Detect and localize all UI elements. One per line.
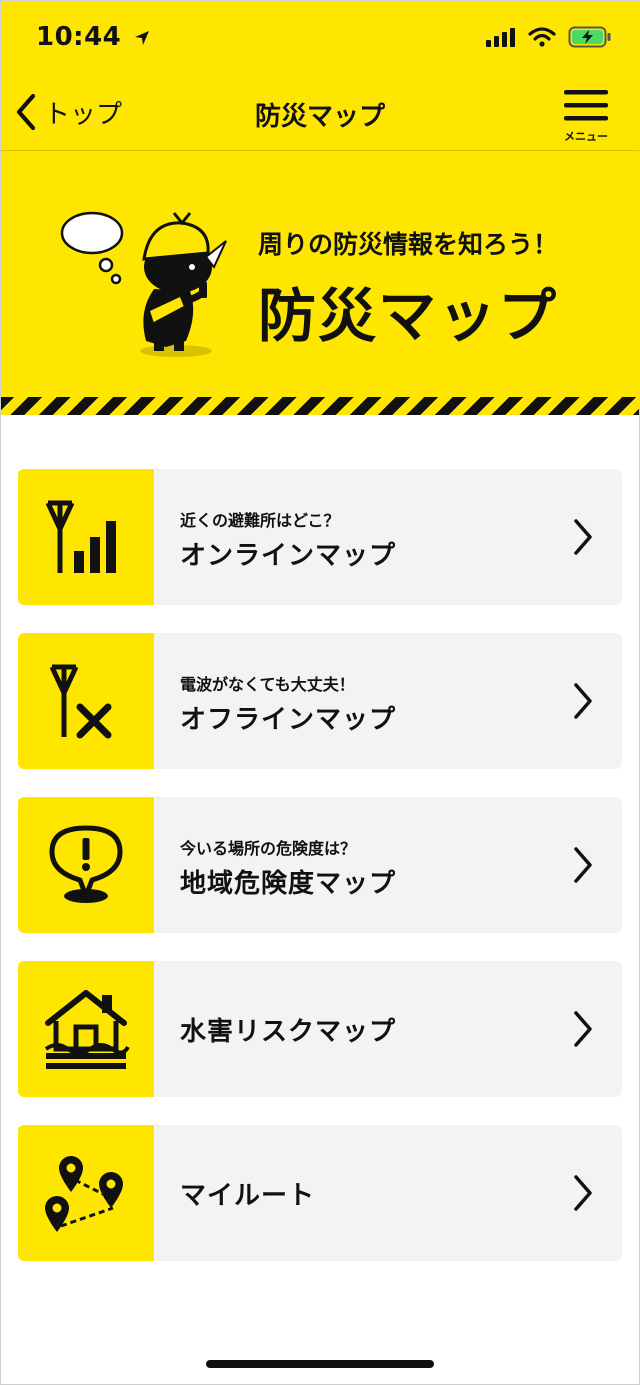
wifi-icon [528, 27, 556, 47]
battery-charging-icon [568, 26, 611, 48]
chevron-right-icon [574, 1011, 592, 1047]
chevron-right-icon [574, 847, 592, 883]
flood-risk-map-card[interactable]: 水害リスクマップ [18, 961, 622, 1097]
home-indicator[interactable] [206, 1360, 434, 1368]
card-subtitle: 近くの避難所はどこ？ [180, 511, 340, 530]
card-icon-box [18, 1125, 154, 1261]
chevron-right-icon [574, 1175, 592, 1211]
card-title: 水害リスクマップ [180, 1017, 397, 1047]
status-icons [486, 26, 612, 48]
hamburger-menu-icon [564, 90, 608, 121]
hero-title: 防災マップ [258, 282, 559, 350]
cellular-signal-icon [486, 28, 515, 47]
status-time-text: 10:44 [36, 22, 122, 52]
status-bar: 10:44 [0, 0, 640, 78]
my-route-card[interactable]: マイルート [18, 1125, 622, 1261]
menu-button[interactable]: メニュー [560, 88, 612, 144]
location-arrow-icon [134, 31, 149, 45]
no-signal-icon [49, 664, 112, 739]
card-title: 地域危険度マップ [180, 869, 397, 899]
card-title: マイルート [180, 1181, 316, 1211]
hero-subtitle: 周りの防災情報を知ろう！ [258, 230, 559, 259]
hazard-stripe [0, 397, 640, 415]
regional-risk-map-card[interactable]: 今いる場所の危険度は？ 地域危険度マップ [18, 797, 622, 933]
flooded-house-icon [44, 990, 130, 1069]
card-title: オンラインマップ [180, 541, 397, 571]
chevron-right-icon [574, 519, 592, 555]
hero-banner: 周りの防災情報を知ろう！ 防災マップ [0, 151, 640, 400]
card-title: オフラインマップ [180, 705, 397, 735]
online-map-card[interactable]: 近くの避難所はどこ？ オンラインマップ [18, 469, 622, 605]
route-pins-icon [45, 1156, 123, 1232]
signal-bars-icon [45, 500, 116, 573]
chevron-right-icon [574, 683, 592, 719]
warning-pin-icon [49, 825, 123, 903]
card-subtitle: 今いる場所の危険度は？ [180, 839, 357, 858]
menu-button-label: メニュー [564, 130, 608, 143]
card-icon-box [18, 961, 154, 1097]
offline-map-card[interactable]: 電波がなくても大丈夫！ オフラインマップ [18, 633, 622, 769]
card-icon-box [18, 469, 154, 605]
page-title: 防災マップ [254, 102, 385, 132]
status-time: 10:44 [36, 22, 151, 52]
card-icon-box [18, 633, 154, 769]
rhino-mascot-illustration [60, 211, 227, 357]
card-icon-box [18, 797, 154, 933]
navigation-bar: トップ 防災マップ メニュー [0, 78, 640, 151]
card-subtitle: 電波がなくても大丈夫！ [180, 675, 355, 694]
